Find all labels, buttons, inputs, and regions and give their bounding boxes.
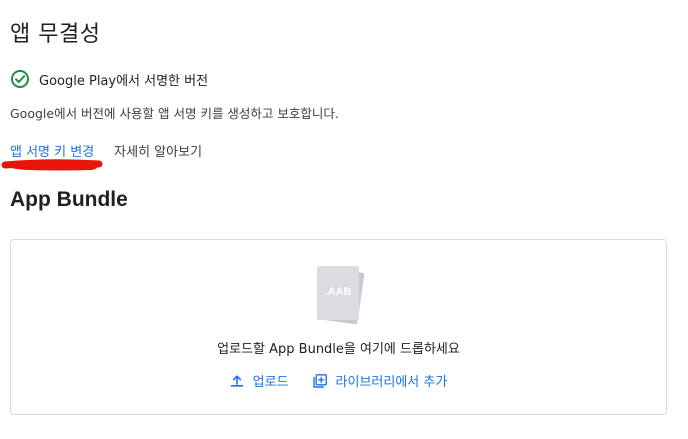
section-title: 앱 무결성 xyxy=(10,22,101,47)
check-circle-icon xyxy=(11,70,29,88)
drop-instructions: 업로드할 App Bundle을 여기에 드롭하세요 xyxy=(217,342,460,357)
signing-status-text: Google Play에서 서명한 버전 xyxy=(39,73,209,89)
signing-status: Google Play에서 서명한 버전 xyxy=(10,69,208,89)
signing-description: Google에서 버전에 사용할 앱 서명 키를 생성하고 보호합니다. xyxy=(10,106,339,121)
aab-label: .AAB xyxy=(325,286,352,298)
upload-button[interactable]: 업로드 xyxy=(230,371,289,390)
library-add-icon xyxy=(312,373,327,388)
bundle-drop-zone[interactable]: .AAB 업로드할 App Bundle을 여기에 드롭하세요 업로드 라이브러… xyxy=(10,239,667,415)
app-bundle-title: App Bundle xyxy=(10,188,128,211)
add-from-library-label: 라이브러리에서 추가 xyxy=(335,375,448,390)
upload-icon xyxy=(230,374,243,387)
upload-actions: 업로드 라이브러리에서 추가 xyxy=(11,371,666,390)
signing-links: 앱 서명 키 변경 자세히 알아보기 xyxy=(10,141,202,160)
learn-more-link[interactable]: 자세히 알아보기 xyxy=(114,141,202,160)
change-signing-key-link[interactable]: 앱 서명 키 변경 xyxy=(10,141,94,160)
upload-label: 업로드 xyxy=(252,375,289,390)
aab-file-icon: .AAB xyxy=(317,266,365,325)
add-from-library-button[interactable]: 라이브러리에서 추가 xyxy=(312,371,448,390)
